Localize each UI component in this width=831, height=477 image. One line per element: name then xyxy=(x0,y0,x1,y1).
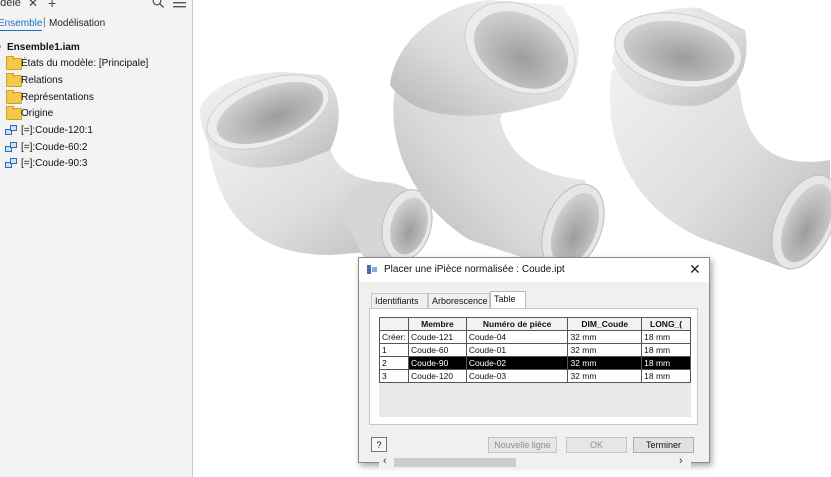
table-cell[interactable]: Coude-04 xyxy=(465,330,569,344)
close-icon[interactable]: ✕ xyxy=(28,0,38,10)
row-header: 3 xyxy=(379,369,409,383)
menu-icon[interactable] xyxy=(173,0,186,8)
ipart-grid[interactable]: Membre Numéro de pièce DIM_Coude LONG_( … xyxy=(379,317,691,383)
close-icon[interactable]: ✕ xyxy=(689,261,701,278)
occurrence-icon xyxy=(5,158,17,169)
table-cell[interactable]: Coude-121 xyxy=(407,330,467,344)
table-header-row: Membre Numéro de pièce DIM_Coude LONG_( xyxy=(379,317,691,331)
tree-item-label: [=]:Coude-60:2 xyxy=(21,142,88,153)
row-header: 2 xyxy=(379,356,409,370)
table-row-selected[interactable]: 2 Coude-90 Coude-02 32 mm 18 mm xyxy=(379,356,691,370)
search-icon[interactable] xyxy=(152,0,164,8)
folder-icon xyxy=(6,106,22,120)
table-cell[interactable]: Coude-03 xyxy=(465,369,569,383)
folder-icon xyxy=(6,73,22,87)
table-cell[interactable]: 18 mm xyxy=(641,369,691,383)
table-row[interactable]: 3 Coude-120 Coude-03 32 mm 18 mm xyxy=(379,369,691,383)
tree-item-label: Relations xyxy=(21,75,63,86)
horizontal-scrollbar[interactable]: ‹ › xyxy=(379,455,691,469)
tree-item-coude-120[interactable]: [=]:Coude-120:1 xyxy=(0,123,192,139)
folder-icon xyxy=(6,56,22,70)
occurrence-icon xyxy=(5,125,17,136)
elbow-right xyxy=(609,7,831,270)
tree-item-model-states[interactable]: États du modèle: [Principale] xyxy=(0,56,192,72)
tab-identifiants[interactable]: Identifiants xyxy=(371,293,428,308)
ipart-icon xyxy=(367,265,377,274)
scroll-left-icon[interactable]: ‹ xyxy=(383,455,387,467)
finish-button[interactable]: Terminer xyxy=(633,437,694,453)
expand-icon[interactable]: ▫ xyxy=(0,42,2,53)
tab-table[interactable]: Table xyxy=(490,291,526,308)
table-cell[interactable]: 18 mm xyxy=(641,356,691,370)
table-cell[interactable]: 32 mm xyxy=(567,369,643,383)
occurrence-icon xyxy=(5,142,17,153)
column-header xyxy=(379,317,409,331)
table-cell[interactable]: Coude-90 xyxy=(407,356,467,370)
browser-header: odèle ✕ + xyxy=(0,0,192,12)
help-button[interactable]: ? xyxy=(371,437,387,452)
tree-item-label: Origine xyxy=(21,108,54,119)
table-row[interactable]: Créer: Coude-121 Coude-04 32 mm 18 mm xyxy=(379,330,691,344)
browser-title: odèle xyxy=(0,0,21,9)
tree-item-label: Représentations xyxy=(21,92,94,103)
dialog-titlebar[interactable]: Placer une iPièce normalisée : Coude.ipt… xyxy=(359,258,709,282)
tab-arborescence[interactable]: Arborescence xyxy=(428,293,490,308)
ipart-table[interactable]: Membre Numéro de pièce DIM_Coude LONG_( … xyxy=(379,317,691,417)
table-tab-panel: Membre Numéro de pièce DIM_Coude LONG_( … xyxy=(369,308,698,469)
browser-tabs: Ensemble | Modélisation xyxy=(0,16,192,34)
tree-item-coude-90[interactable]: [=]:Coude-90:3 xyxy=(0,156,192,172)
tree-item-label: [=]:Coude-90:3 xyxy=(21,158,88,169)
help-icon: ? xyxy=(376,440,382,450)
table-cell[interactable]: Coude-01 xyxy=(465,343,569,357)
column-header[interactable]: Numéro de pièce xyxy=(465,317,569,331)
tab-modelisation[interactable]: Modélisation xyxy=(49,18,105,29)
table-cell[interactable]: 32 mm xyxy=(567,356,643,370)
dialog-title: Placer une iPièce normalisée : Coude.ipt xyxy=(384,264,565,275)
add-icon[interactable]: + xyxy=(48,0,56,11)
table-cell[interactable]: Coude-60 xyxy=(407,343,467,357)
table-cell[interactable]: 32 mm xyxy=(567,343,643,357)
tree-item-label: [=]:Coude-120:1 xyxy=(21,125,93,136)
tree-item-label: États du modèle: [Principale] xyxy=(21,58,149,69)
tree-root-label: Ensemble1.iam xyxy=(7,42,80,53)
tab-ensemble[interactable]: Ensemble xyxy=(0,18,43,31)
representations-icon xyxy=(6,90,22,104)
table-cell[interactable]: 18 mm xyxy=(641,343,691,357)
table-cell[interactable]: Coude-02 xyxy=(465,356,569,370)
column-header[interactable]: LONG_( xyxy=(641,317,691,331)
table-row[interactable]: 1 Coude-60 Coude-01 32 mm 18 mm xyxy=(379,343,691,357)
tree-item-origin[interactable]: Origine xyxy=(0,106,192,122)
new-line-button[interactable]: Nouvelle ligne xyxy=(488,437,557,453)
column-header[interactable]: Membre xyxy=(407,317,467,331)
scrollbar-thumb[interactable] xyxy=(394,458,516,467)
row-header: Créer: xyxy=(379,330,409,344)
row-header: 1 xyxy=(379,343,409,357)
table-cell[interactable]: 18 mm xyxy=(641,330,691,344)
tree-item-relations[interactable]: Relations xyxy=(0,73,192,89)
table-cell[interactable]: 32 mm xyxy=(567,330,643,344)
tree-item-coude-60[interactable]: [=]:Coude-60:2 xyxy=(0,140,192,156)
model-browser-panel: odèle ✕ + Ensemble | Modélisation ▫ Ense… xyxy=(0,0,193,477)
column-header[interactable]: DIM_Coude xyxy=(567,317,643,331)
tree-root[interactable]: ▫ Ensemble1.iam xyxy=(0,40,192,56)
tree-item-representations[interactable]: Représentations xyxy=(0,90,192,106)
ok-button[interactable]: OK xyxy=(566,437,627,453)
table-cell[interactable]: Coude-120 xyxy=(407,369,467,383)
tab-separator: | xyxy=(43,17,46,28)
place-ipart-dialog: Placer une iPièce normalisée : Coude.ipt… xyxy=(358,257,710,469)
scroll-right-icon[interactable]: › xyxy=(679,455,683,467)
